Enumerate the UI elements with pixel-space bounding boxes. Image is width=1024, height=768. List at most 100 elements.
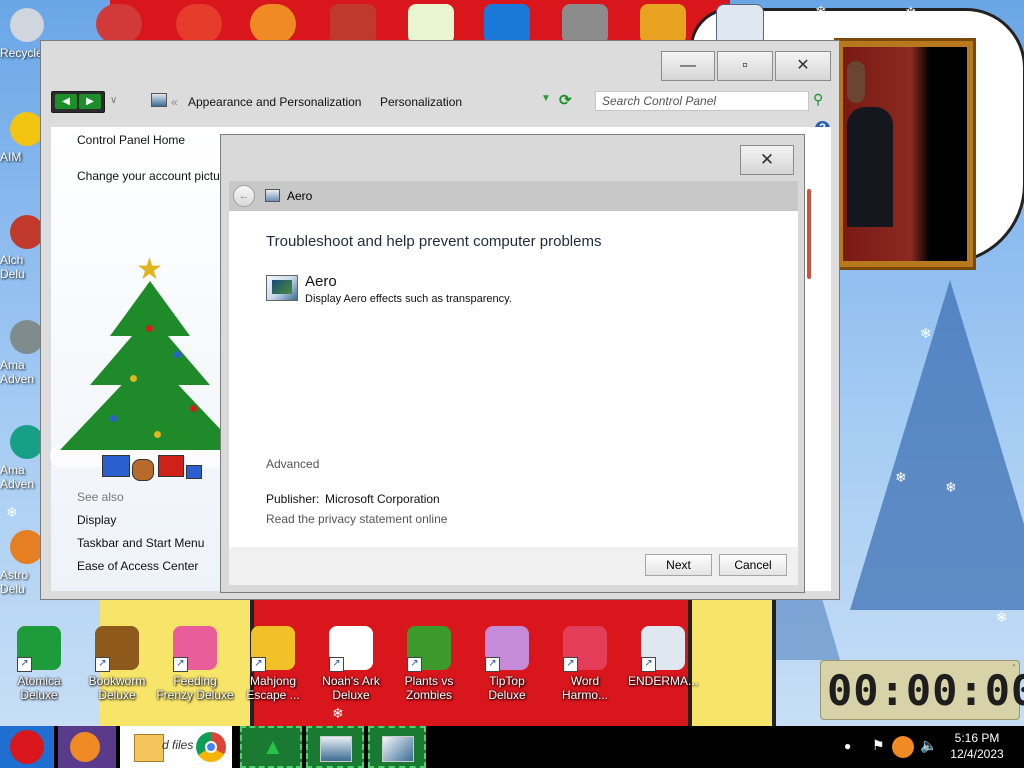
noahs-ark-icon: ↗ <box>329 626 373 672</box>
dialog-close-button[interactable]: ✕ <box>740 145 794 175</box>
snowflake: ❄ <box>815 3 827 19</box>
shortcut-arrow-icon: ↗ <box>95 657 110 672</box>
address-bar: ◀ ▶ ∨ « Appearance and Personalization P… <box>51 91 831 113</box>
desktop-icon-bottom[interactable]: ↗ Feeding Frenzy Deluxe <box>156 626 234 702</box>
taskbar-control-panel[interactable] <box>306 726 364 768</box>
close-window-button[interactable]: ✕ <box>775 51 831 81</box>
cancel-button[interactable]: Cancel <box>719 554 787 576</box>
refresh-icon[interactable]: ⟳ <box>559 91 572 109</box>
desktop-icon-label: Astro Delu <box>0 568 29 596</box>
firefox-desktop-icon[interactable] <box>250 4 296 44</box>
desktop-icon-bottom[interactable]: ↗ Bookworm Deluxe <box>78 626 156 702</box>
taskbar-aero-troubleshooter[interactable] <box>368 726 426 768</box>
dialog-heading: Troubleshoot and help prevent computer p… <box>266 233 602 250</box>
clock-date[interactable]: 12/4/2023 <box>946 747 1008 761</box>
aero-taskbar-icon <box>382 736 414 762</box>
desktop-icon-bottom[interactable]: ↗ Noah's Ark Deluxe <box>312 626 390 702</box>
desktop-icon-label: Ama Adven <box>0 463 35 491</box>
desktop-icon-left[interactable]: Ama Adven <box>0 320 44 386</box>
portrait-image <box>843 47 967 261</box>
ornament <box>130 375 137 382</box>
breadcrumb-overflow-icon[interactable]: « <box>171 95 178 109</box>
scrollbar-thumb[interactable] <box>807 189 811 279</box>
ornament <box>174 351 181 358</box>
breadcrumb-personalization[interactable]: Personalization <box>380 95 462 109</box>
forward-arrow-icon[interactable]: ▶ <box>79 94 101 109</box>
advanced-link[interactable]: Advanced <box>266 457 319 471</box>
next-button[interactable]: Next <box>645 554 712 576</box>
desktop-icon-label: Recycle <box>0 46 43 60</box>
start-button[interactable] <box>0 726 54 768</box>
enderman-icon: ↗ <box>641 626 685 672</box>
desktop-icon-left[interactable]: Alch Delu <box>0 215 44 281</box>
taskbar-firefox[interactable] <box>58 726 116 768</box>
santa-start-icon <box>10 730 44 764</box>
game-icon-top-1[interactable] <box>96 4 142 44</box>
amazing-adventures-icon <box>10 320 44 354</box>
desktop-icon-left[interactable]: Astro Delu <box>0 530 44 596</box>
publisher-value: Microsoft Corporation <box>325 492 440 506</box>
desktop-icon-label: Atomica Deluxe <box>17 674 61 702</box>
desktop-icon-bottom[interactable]: ↗ TipTop Deluxe <box>468 626 546 702</box>
clock-time[interactable]: 5:16 PM <box>946 731 1008 745</box>
taskbar: d files ▲ ● ⚑ 🔈 5:16 PM 12/4/2023 <box>0 726 1024 768</box>
timer-gadget[interactable]: ▪ ▪ 00:00:00 <box>820 660 1024 720</box>
minimize-button[interactable]: — <box>661 51 715 81</box>
breadcrumb-appearance[interactable]: Appearance and Personalization <box>188 95 361 109</box>
volume-icon[interactable]: 🔈 <box>920 737 937 754</box>
desktop-icon-bottom[interactable]: ↗ ENDERMA... <box>624 626 702 688</box>
snowflake: ❄ <box>996 609 1008 625</box>
game-icon-top-6[interactable] <box>484 4 530 44</box>
back-arrow-icon[interactable]: ← <box>233 185 255 207</box>
desktop-icon-label: Noah's Ark Deluxe <box>322 674 380 702</box>
snowflake: ❄ <box>332 705 344 721</box>
shortcut-arrow-icon: ↗ <box>17 657 32 672</box>
game-icon-top-2[interactable] <box>176 4 222 44</box>
aero-small-icon <box>265 189 280 202</box>
dialog-header: ← Aero <box>229 181 798 211</box>
desktop-icon-bottom[interactable]: ↗ Atomica Deluxe <box>0 626 78 702</box>
desktop-icon-bottom[interactable]: ↗ Word Harmo... <box>546 626 624 702</box>
privacy-statement-link[interactable]: Read the privacy statement online <box>266 512 447 526</box>
desktop-icon-label: AIM <box>0 150 22 164</box>
mahjong-icon: ↗ <box>251 626 295 672</box>
display-link[interactable]: Display <box>77 513 116 527</box>
desktop-icon-left[interactable]: AIM <box>0 112 44 164</box>
desktop-icon-label: ENDERMA... <box>627 674 698 688</box>
maximize-button[interactable]: ▫ <box>717 51 773 81</box>
flag-icon[interactable]: ⚑ <box>872 737 885 754</box>
search-icon[interactable]: ⚲ <box>813 91 823 108</box>
desktop-icon-left[interactable]: Recycle <box>0 8 44 60</box>
shortcut-arrow-icon: ↗ <box>485 657 500 672</box>
shortcut-arrow-icon: ↗ <box>251 657 266 672</box>
taskbar-chrome[interactable] <box>194 726 230 768</box>
recent-pages-chevron-icon[interactable]: ∨ <box>110 95 117 106</box>
desktop-icon-left[interactable]: Ama Adven <box>0 425 44 491</box>
back-arrow-icon[interactable]: ◀ <box>55 94 77 109</box>
desktop-icon-label: Ama Adven <box>0 358 35 386</box>
search-input[interactable] <box>595 91 809 111</box>
address-dropdown-icon[interactable]: ▼ <box>541 93 551 104</box>
desktop-icon-bottom[interactable]: ↗ Mahjong Escape ... <box>234 626 312 702</box>
ornament <box>146 325 153 332</box>
folder-icon <box>134 734 164 762</box>
desktop-icon-label: TipTop Deluxe <box>488 674 526 702</box>
control-panel-taskbar-icon <box>320 736 352 762</box>
astro-icon <box>10 530 44 564</box>
desktop-icon-bottom[interactable]: ↗ Plants vs Zombies <box>390 626 468 702</box>
recycle-bin-icon <box>10 8 44 42</box>
firefox-tray-icon[interactable] <box>892 736 914 758</box>
game-icon-top-7[interactable] <box>562 4 608 44</box>
game-icon-top-8[interactable] <box>640 4 686 44</box>
control-panel-home-link[interactable]: Control Panel Home <box>77 133 185 147</box>
change-account-picture-link[interactable]: Change your account pictu <box>77 169 221 183</box>
alchemy-icon <box>10 215 44 249</box>
game-icon-top-5[interactable] <box>408 4 454 44</box>
nav-arrows: ◀ ▶ <box>51 91 105 113</box>
taskbar-start-menu-link[interactable]: Taskbar and Start Menu <box>77 536 204 550</box>
ease-of-access-link[interactable]: Ease of Access Center <box>77 559 198 573</box>
tray-dot-icon[interactable]: ● <box>844 739 851 753</box>
aim-icon <box>10 112 44 146</box>
game-icon-top-4[interactable] <box>330 4 376 44</box>
taskbar-tree-gadget[interactable]: ▲ <box>240 726 302 768</box>
